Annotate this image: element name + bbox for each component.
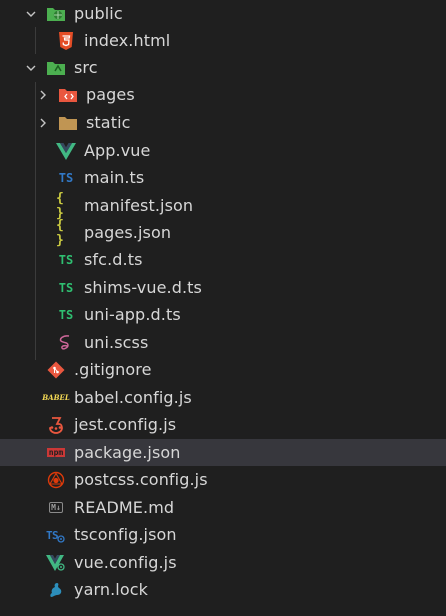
tree-item-label: main.ts: [84, 168, 145, 187]
pages-folder-icon: [58, 85, 78, 105]
tree-item-label: uni.scss: [84, 333, 149, 352]
postcss-icon: [46, 470, 66, 490]
typescript-def-icon: TS: [58, 307, 74, 322]
tree-item-jest-config-js[interactable]: jest.config.js: [0, 411, 446, 438]
tree-item-label: index.html: [84, 31, 171, 50]
chevron-right-icon[interactable]: [36, 116, 50, 130]
sass-icon: [56, 333, 76, 353]
tree-item-label: jest.config.js: [74, 415, 177, 434]
typescript-icon: TS: [58, 170, 74, 185]
tree-item-label: shims-vue.d.ts: [84, 278, 202, 297]
tree-item-label: tsconfig.json: [74, 525, 177, 544]
tree-item-app-vue[interactable]: App.vue: [0, 137, 446, 164]
vue-config-icon: [46, 553, 66, 573]
tree-item-label: static: [86, 113, 131, 132]
tree-item-sfc-d-ts[interactable]: TS sfc.d.ts: [0, 246, 446, 273]
tree-item-label: vue.config.js: [74, 553, 177, 572]
tree-item-uni-scss[interactable]: uni.scss: [0, 329, 446, 356]
tree-item-src-folder[interactable]: src: [0, 54, 446, 81]
tree-item-static-folder[interactable]: static: [0, 109, 446, 136]
folder-icon: [58, 113, 78, 133]
markdown-badge: M↓: [49, 502, 63, 513]
tree-item-uni-app-d-ts[interactable]: TS uni-app.d.ts: [0, 301, 446, 328]
tree-item-label: .gitignore: [74, 360, 152, 379]
tree-item-label: uni-app.d.ts: [84, 305, 181, 324]
chevron-down-icon[interactable]: [24, 7, 38, 21]
tree-item-shims-vue-d-ts[interactable]: TS shims-vue.d.ts: [0, 274, 446, 301]
tree-item-yarn-lock[interactable]: yarn.lock: [0, 576, 446, 603]
tree-item-readme-md[interactable]: M↓ README.md: [0, 494, 446, 521]
tree-item-label: manifest.json: [84, 196, 194, 215]
tree-item-label: pages: [86, 85, 135, 104]
vue-icon: [56, 141, 76, 161]
public-folder-icon: [46, 4, 66, 24]
babel-icon: BABEL: [42, 393, 70, 402]
chevron-down-icon[interactable]: [24, 61, 38, 75]
tree-item-package-json[interactable]: npm package.json: [0, 439, 446, 466]
json-icon: { }: [56, 217, 64, 248]
tree-item-label: README.md: [74, 498, 175, 517]
tree-item-pages-folder[interactable]: pages: [0, 81, 446, 108]
tree-item-label: package.json: [74, 443, 181, 462]
file-explorer: public index.html src pages static App.v…: [0, 0, 446, 616]
tree-item-label: postcss.config.js: [74, 470, 208, 489]
typescript-def-icon: TS: [58, 280, 74, 295]
src-folder-icon: [46, 58, 66, 78]
tree-item-label: babel.config.js: [74, 388, 192, 407]
markdown-icon: M↓: [46, 498, 66, 518]
tree-item-tsconfig-json[interactable]: T S tsconfig.json: [0, 521, 446, 548]
tree-item-public-folder[interactable]: public: [0, 0, 446, 27]
tree-item-gitignore[interactable]: .gitignore: [0, 356, 446, 383]
npm-badge: npm: [46, 448, 66, 457]
html5-icon: [56, 31, 76, 51]
tree-item-label: yarn.lock: [74, 580, 148, 599]
npm-icon: npm: [46, 443, 66, 463]
git-icon: [46, 360, 66, 380]
yarn-icon: [46, 580, 66, 600]
tree-item-babel-config-js[interactable]: BABEL babel.config.js: [0, 384, 446, 411]
chevron-right-icon[interactable]: [36, 88, 50, 102]
tsconfig-icon: T S: [46, 525, 66, 545]
json-icon: { }: [56, 190, 64, 221]
tree-item-label: public: [74, 4, 123, 23]
tree-item-vue-config-js[interactable]: vue.config.js: [0, 549, 446, 576]
tree-item-manifest-json[interactable]: { } manifest.json: [0, 190, 446, 221]
jest-icon: [46, 415, 66, 435]
tree-item-label: src: [74, 58, 98, 77]
tree-item-label: pages.json: [84, 223, 172, 242]
typescript-def-icon: TS: [58, 252, 74, 267]
tree-item-label: sfc.d.ts: [84, 250, 143, 269]
tree-item-index-html[interactable]: index.html: [0, 27, 446, 54]
tree-item-postcss-config-js[interactable]: postcss.config.js: [0, 466, 446, 493]
tree-item-main-ts[interactable]: TS main.ts: [0, 164, 446, 191]
tree-item-label: App.vue: [84, 141, 151, 160]
tree-item-pages-json[interactable]: { } pages.json: [0, 217, 446, 248]
